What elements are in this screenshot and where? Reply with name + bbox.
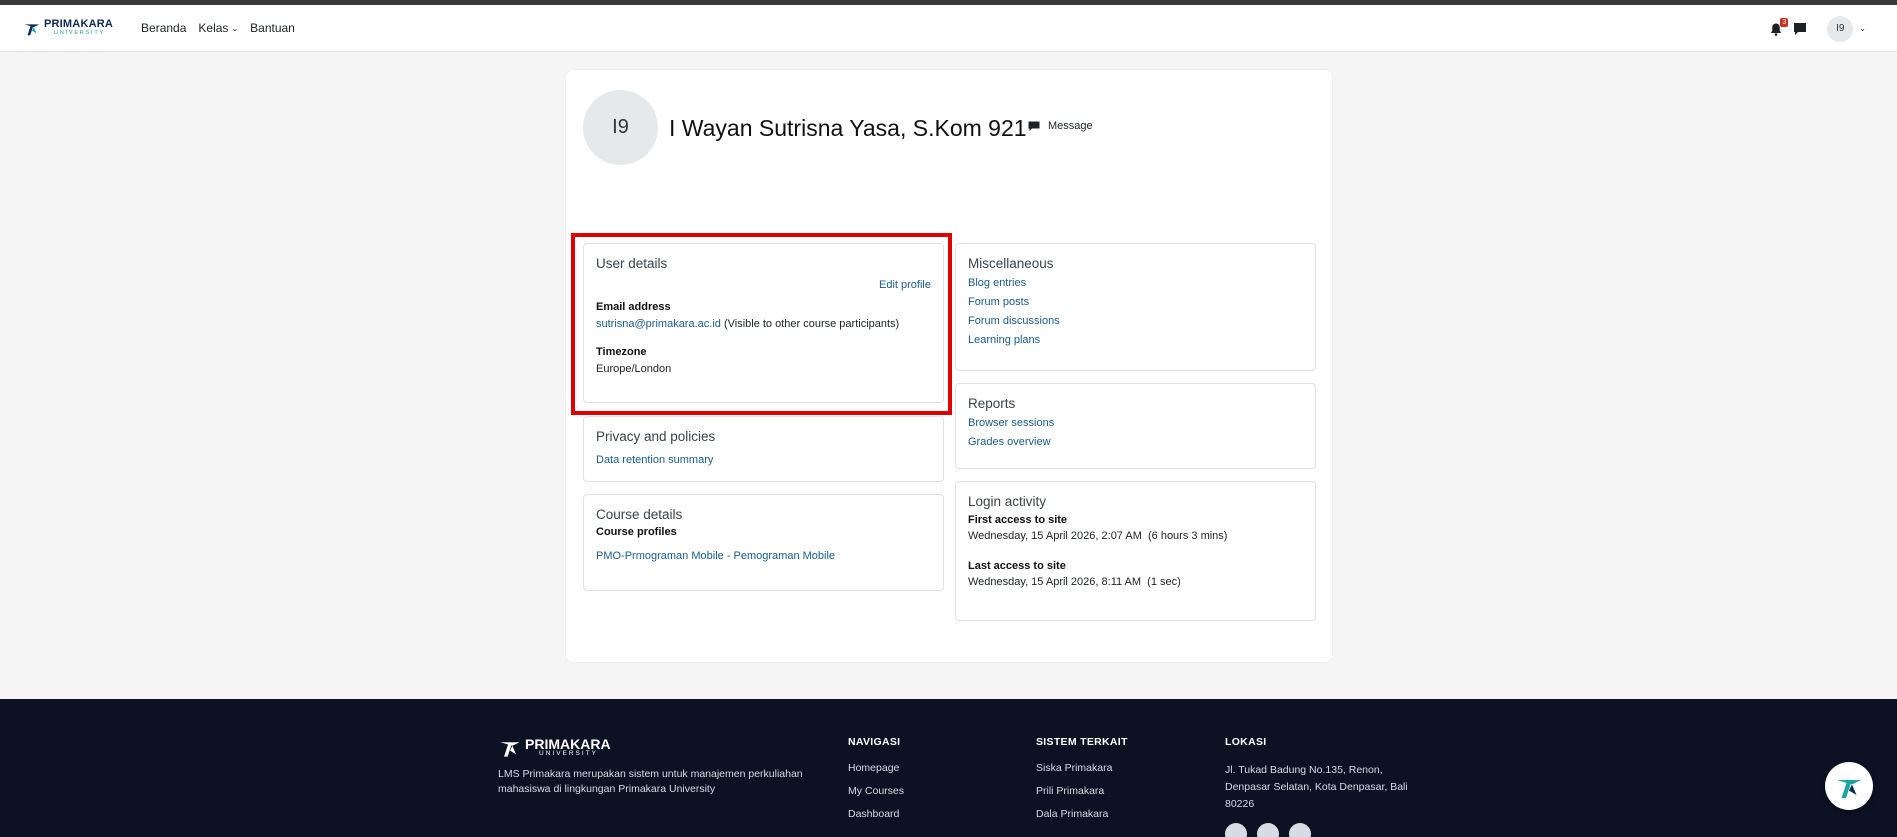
timezone-label: Timezone <box>596 346 647 358</box>
footer-logo-sub: UNIVERSITY <box>539 749 599 757</box>
nav-bantuan-label: Bantuan <box>250 21 295 35</box>
forum-discussions-link[interactable]: Forum discussions <box>968 315 1303 327</box>
primakara-logo-icon <box>1837 780 1861 798</box>
facebook-icon[interactable] <box>1289 823 1311 837</box>
first-access-label: First access to site <box>968 514 1068 526</box>
notifications-button[interactable]: 3 <box>1769 17 1789 37</box>
nav-bantuan[interactable]: Bantuan <box>250 21 295 35</box>
chat-icon[interactable] <box>1793 22 1807 36</box>
login-activity-panel: Login activity First access to site Wedn… <box>955 481 1316 621</box>
footer-homepage-link[interactable]: Homepage <box>848 762 904 774</box>
footer-sys-title: SISTEM TERKAIT <box>1036 736 1128 748</box>
data-retention-link[interactable]: Data retention summary <box>596 454 713 466</box>
course-details-panel: Course details Course profiles PMO-Prmog… <box>583 494 944 591</box>
course-details-title: Course details <box>596 507 683 522</box>
user-details-title: User details <box>596 256 668 271</box>
footer-loc-title: LOKASI <box>1225 736 1267 748</box>
footer-dashboard-link[interactable]: Dashboard <box>848 808 904 820</box>
blog-entries-link[interactable]: Blog entries <box>968 277 1303 289</box>
chevron-down-icon: ⌄ <box>231 23 239 33</box>
profile-card: I9 I Wayan Sutrisna Yasa, S.Kom 921 Mess… <box>565 69 1333 663</box>
footer-logo: PRIMAKARA UNIVERSITY <box>498 735 808 759</box>
footer-logo-main: PRIMAKARA <box>525 735 611 752</box>
privacy-panel: Privacy and policies Data retention summ… <box>583 416 944 482</box>
first-access-value: Wednesday, 15 April 2026, 2:07 AM (6 hou… <box>968 530 1228 542</box>
instagram-icon[interactable] <box>1225 823 1247 837</box>
footer-prili-link[interactable]: Prili Primakara <box>1036 785 1128 797</box>
navbar-actions: 3 I9 ⌄ <box>1769 5 1866 52</box>
footer-related-systems: SISTEM TERKAIT Siska Primakara Prili Pri… <box>1036 699 1128 831</box>
logo-main-text: PRIMAKARA <box>44 18 114 31</box>
footer-my-courses-link[interactable]: My Courses <box>848 785 904 797</box>
primakara-logo-icon <box>24 24 40 36</box>
course-profiles-label: Course profiles <box>596 526 677 538</box>
nav-beranda[interactable]: Beranda <box>141 21 186 35</box>
footer-description: LMS Primakara merupakan sistem untuk man… <box>498 768 803 795</box>
forum-posts-link[interactable]: Forum posts <box>968 296 1303 308</box>
course-link[interactable]: PMO-Prmograman Mobile - Pemograman Mobil… <box>596 550 835 562</box>
email-visibility-note: (Visible to other course participants) <box>723 318 900 330</box>
last-access-value: Wednesday, 15 April 2026, 8:11 AM (1 sec… <box>968 576 1181 588</box>
footer-address: Jl. Tukad Badung No.135, Renon, Denpasar… <box>1225 764 1408 810</box>
site-logo[interactable]: PRIMAKARA UNIVERSITY <box>23 19 113 37</box>
top-navbar: PRIMAKARA UNIVERSITY Beranda Kelas ⌄ Bant… <box>0 5 1897 52</box>
miscellaneous-panel: Miscellaneous Blog entries Forum posts F… <box>955 243 1316 371</box>
grades-overview-link[interactable]: Grades overview <box>968 436 1303 448</box>
footer-brand: PRIMAKARA UNIVERSITY LMS Primakara merup… <box>498 735 808 797</box>
browser-sessions-link[interactable]: Browser sessions <box>968 417 1303 429</box>
message-icon <box>1028 121 1040 131</box>
nav-beranda-label: Beranda <box>141 21 187 35</box>
footer-nav-title: NAVIGASI <box>848 736 901 748</box>
login-activity-title: Login activity <box>968 494 1047 509</box>
footer-siska-link[interactable]: Siska Primakara <box>1036 762 1128 774</box>
footer-dala-link[interactable]: Dala Primakara <box>1036 808 1128 820</box>
profile-avatar: I9 <box>583 90 658 165</box>
reports-title: Reports <box>968 396 1016 411</box>
timezone-value: Europe/London <box>596 363 672 375</box>
nav-kelas[interactable]: Kelas ⌄ <box>198 21 238 35</box>
last-access-label: Last access to site <box>968 560 1066 572</box>
assistant-fab-button[interactable] <box>1825 762 1873 810</box>
learning-plans-link[interactable]: Learning plans <box>968 334 1303 346</box>
footer-location: LOKASI Jl. Tukad Badung No.135, Renon, D… <box>1225 699 1415 813</box>
notification-count-badge: 3 <box>1780 17 1789 27</box>
nav-kelas-label: Kelas <box>198 21 229 35</box>
email-label: Email address <box>596 301 671 313</box>
edit-profile-link[interactable]: Edit profile <box>879 279 931 291</box>
chevron-down-icon[interactable]: ⌄ <box>1859 24 1866 33</box>
user-menu-avatar[interactable]: I9 <box>1827 15 1854 42</box>
primakara-logo-icon <box>500 742 520 757</box>
profile-name: I Wayan Sutrisna Yasa, S.Kom 921 <box>669 115 1027 141</box>
footer-navigation: NAVIGASI Homepage My Courses Dashboard <box>848 699 904 831</box>
reports-panel: Reports Browser sessions Grades overview <box>955 383 1316 469</box>
logo-sub-text: UNIVERSITY <box>54 30 106 37</box>
email-link[interactable]: sutrisna@primakara.ac.id <box>596 318 721 330</box>
message-button[interactable]: Message <box>1028 120 1093 132</box>
miscellaneous-title: Miscellaneous <box>968 256 1054 271</box>
site-footer: PRIMAKARA UNIVERSITY LMS Primakara merup… <box>0 699 1897 837</box>
primary-nav: Beranda Kelas ⌄ Bantuan <box>141 21 307 35</box>
user-details-panel: User details Edit profile Email address … <box>583 243 944 403</box>
privacy-title: Privacy and policies <box>596 429 716 444</box>
tiktok-icon[interactable] <box>1257 823 1279 837</box>
message-label: Message <box>1048 120 1093 132</box>
